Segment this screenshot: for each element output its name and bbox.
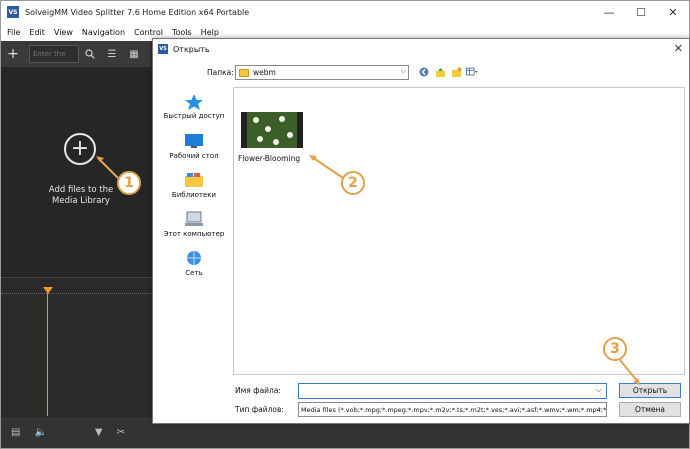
dialog-titlebar: VS Открыть ✕ bbox=[153, 39, 689, 59]
menu-tools[interactable]: Tools bbox=[172, 28, 192, 37]
search-icon[interactable] bbox=[79, 41, 101, 67]
timeline bbox=[1, 277, 151, 417]
chevron-down-icon[interactable]: ⌵ bbox=[596, 405, 601, 414]
place-libraries[interactable]: Библиотеки bbox=[157, 172, 231, 199]
folder-icon bbox=[239, 68, 249, 77]
plus-icon[interactable]: + bbox=[1, 41, 25, 67]
playhead-handle[interactable] bbox=[43, 287, 53, 294]
volume-icon[interactable]: 🔈 bbox=[34, 427, 46, 438]
place-network[interactable]: Сеть bbox=[157, 250, 231, 277]
desktop-icon bbox=[184, 133, 204, 149]
menu-file[interactable]: File bbox=[7, 28, 20, 37]
computer-icon bbox=[184, 211, 204, 227]
places-bar: Быстрый доступ Рабочий стол Библиотеки Э… bbox=[157, 87, 231, 287]
filetype-label: Тип файлов: bbox=[235, 405, 284, 414]
look-in-value: webm bbox=[253, 68, 276, 77]
maximize-button[interactable]: ☐ bbox=[625, 1, 657, 23]
menu-navigation[interactable]: Navigation bbox=[82, 28, 125, 37]
menu-control[interactable]: Control bbox=[134, 28, 163, 37]
playhead[interactable] bbox=[47, 288, 48, 416]
callout-1: 1 bbox=[117, 171, 141, 195]
window-controls: — ☐ ✕ bbox=[593, 1, 689, 23]
open-button[interactable]: Открыть bbox=[619, 383, 681, 398]
menu-help[interactable]: Help bbox=[201, 28, 219, 37]
close-button[interactable]: ✕ bbox=[657, 1, 689, 23]
back-icon[interactable] bbox=[418, 66, 430, 78]
list-view-icon[interactable]: ☰ bbox=[101, 41, 123, 67]
filename-label: Имя файла: bbox=[235, 386, 281, 395]
plus-circle-icon[interactable]: + bbox=[64, 133, 96, 165]
place-quick-access[interactable]: Быстрый доступ bbox=[157, 93, 231, 120]
file-list: Flower-Blooming bbox=[233, 87, 685, 375]
grid-view-icon[interactable]: ▦ bbox=[123, 41, 145, 67]
up-folder-icon[interactable] bbox=[434, 66, 446, 78]
callout-3: 3 bbox=[603, 337, 627, 361]
filetype-select[interactable]: Media files (*.vob;*.mpg;*.mpeg;*.mpv;*.… bbox=[298, 402, 607, 417]
nav-toolbar bbox=[418, 66, 478, 78]
network-icon bbox=[184, 250, 204, 266]
close-icon[interactable]: ✕ bbox=[674, 42, 683, 55]
star-icon bbox=[184, 93, 204, 110]
new-folder-icon[interactable] bbox=[450, 66, 462, 78]
chevron-down-icon[interactable]: ⌵ bbox=[596, 386, 601, 395]
libraries-icon bbox=[184, 172, 204, 188]
place-desktop[interactable]: Рабочий стол bbox=[157, 133, 231, 160]
dialog-logo: VS bbox=[158, 44, 168, 54]
app-logo: VS bbox=[7, 6, 19, 18]
callout-2: 2 bbox=[341, 171, 365, 195]
filter-icon[interactable]: ▼ bbox=[95, 427, 103, 438]
app-titlebar: VS SolveigMM Video Splitter 7.6 Home Edi… bbox=[1, 1, 689, 23]
timeline-ruler[interactable] bbox=[1, 284, 151, 294]
menu-edit[interactable]: Edit bbox=[29, 28, 45, 37]
minimize-button[interactable]: — bbox=[593, 1, 625, 23]
filename-input[interactable] bbox=[298, 383, 607, 399]
cancel-button[interactable]: Отмена bbox=[619, 402, 681, 417]
search-input[interactable] bbox=[29, 45, 79, 63]
menu-view[interactable]: View bbox=[54, 28, 73, 37]
dialog-title: Открыть bbox=[173, 44, 210, 54]
open-dialog: VS Открыть ✕ Папка: webm ⌵ Быстрый досту… bbox=[152, 38, 690, 424]
look-in-select[interactable]: webm ⌵ bbox=[235, 65, 409, 80]
video-thumbnail-icon[interactable] bbox=[241, 112, 303, 148]
add-files-text[interactable]: Add files to the Media Library bbox=[41, 185, 121, 207]
file-item-label[interactable]: Flower-Blooming bbox=[238, 154, 300, 163]
app-title: SolveigMM Video Splitter 7.6 Home Editio… bbox=[25, 7, 250, 17]
place-this-pc[interactable]: Этот компьютер bbox=[157, 211, 231, 238]
cut-icon[interactable]: ✂ bbox=[117, 427, 125, 438]
media-toolbar: + ☰ ▦ bbox=[1, 41, 151, 67]
chevron-down-icon[interactable]: ⌵ bbox=[401, 67, 406, 76]
view-menu-icon[interactable] bbox=[466, 66, 478, 78]
look-in-label: Папка: bbox=[207, 68, 234, 77]
film-icon[interactable]: ▤ bbox=[11, 427, 20, 438]
